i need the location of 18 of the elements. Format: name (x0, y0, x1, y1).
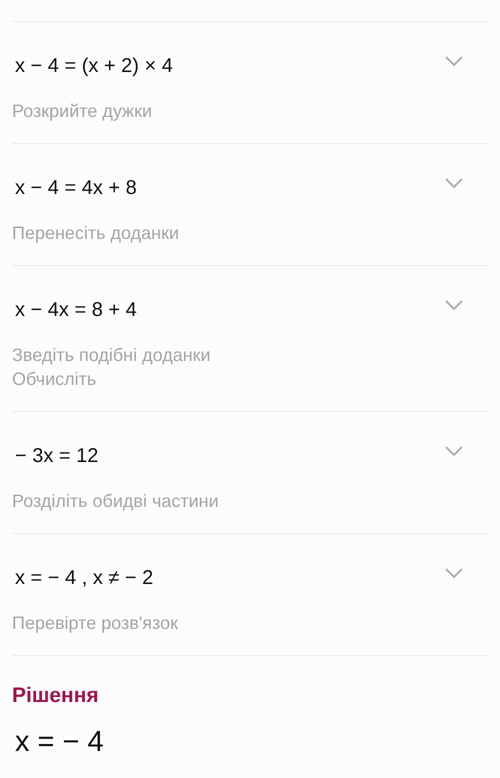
chevron-icon[interactable] (444, 177, 464, 189)
solution-title: Рішення (12, 683, 100, 709)
chevron-icon[interactable] (444, 567, 464, 579)
math-expression: − 3x = 12 (14, 444, 98, 469)
step-hint: Зведіть подібні доданки (12, 344, 212, 367)
step-hint: Обчисліть (12, 368, 98, 391)
math-expression: x = − 4 , x ≠ − 2 (14, 566, 154, 591)
step-hint: Розкрийте дужки (12, 100, 154, 123)
math-expression: x − 4 = (x + 2) × 4 (14, 54, 173, 79)
math-expression: x − 4 = 4x + 8 (14, 176, 137, 201)
step-hint: Розділіть обидві частини (12, 490, 220, 513)
solution-answer: x = − 4 (14, 725, 105, 760)
chevron-icon[interactable] (444, 445, 464, 457)
step-hint: Перевірте розв'язок (12, 612, 179, 635)
step-hint: Перенесіть доданки (12, 222, 180, 245)
chevron-icon[interactable] (444, 299, 464, 311)
math-expression: x − 4x = 8 + 4 (14, 298, 137, 323)
chevron-icon[interactable] (444, 55, 464, 67)
